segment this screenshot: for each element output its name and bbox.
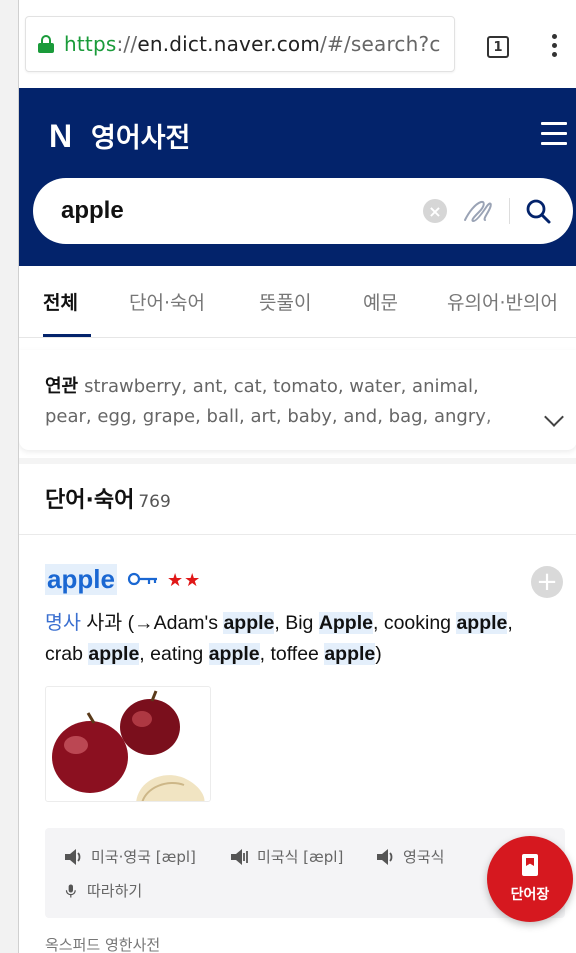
tab-synonyms-antonyms[interactable]: 유의어·반의어 — [447, 288, 558, 315]
tab-switcher-button[interactable]: 1 — [487, 36, 509, 58]
bookmark-icon — [522, 854, 538, 876]
speaker-icon — [65, 848, 81, 865]
related-line-1[interactable]: 연관 strawberry, ant, cat, tomato, water, a… — [45, 372, 535, 398]
address-bar[interactable]: https://en.dict.naver.com/#/search?c — [25, 16, 455, 72]
related-words-panel: 연관 strawberry, ant, cat, tomato, water, a… — [19, 350, 576, 450]
active-tab-indicator — [43, 334, 91, 337]
divider — [19, 534, 576, 535]
search-box: × — [33, 178, 573, 244]
tab-examples[interactable]: 예문 — [363, 288, 398, 315]
divider — [509, 198, 510, 224]
add-to-wordbook-button[interactable]: + — [531, 566, 563, 598]
wordbook-fab-button[interactable]: 단어장 — [487, 836, 573, 922]
related-label: 연관 — [45, 376, 79, 397]
section-gap — [19, 458, 576, 464]
speaker-icon — [377, 848, 393, 865]
key-icon — [127, 572, 157, 586]
entry-meaning: 명사 사과 (→Adam's apple, Big Apple, cooking… — [45, 612, 513, 665]
tab-definitions[interactable]: 뜻풀이 — [259, 288, 311, 315]
site-header: N 영어사전 × — [19, 88, 576, 266]
part-of-speech: 명사 — [45, 612, 81, 634]
pron-us-uk-button[interactable]: 미국·영국 [æpl] — [63, 846, 196, 867]
search-icon[interactable] — [523, 196, 553, 226]
lock-icon — [38, 35, 54, 53]
clear-icon[interactable]: × — [423, 199, 447, 223]
speaker-icon — [231, 848, 248, 865]
entry-headword[interactable]: apple — [45, 564, 117, 595]
handwriting-icon[interactable] — [461, 194, 495, 228]
dictionary-source: 옥스퍼드 영한사전 — [45, 936, 161, 953]
search-input[interactable] — [61, 194, 401, 228]
page-title[interactable]: 영어사전 — [91, 116, 190, 155]
microphone-icon — [65, 883, 76, 898]
pron-us-button[interactable]: 미국식 [æpl] — [229, 846, 343, 867]
browser-toolbar: https://en.dict.naver.com/#/search?c 1 — [19, 0, 576, 88]
result-tabs: 전체 단어·숙어 뜻풀이 예문 유의어·반의어 — [19, 266, 576, 338]
result-count: 769 — [138, 492, 171, 512]
importance-stars: ★★ — [167, 570, 202, 591]
url-text: https://en.dict.naver.com/#/search?c — [64, 32, 441, 56]
wordbook-label: 단어장 — [510, 887, 550, 903]
related-line-2[interactable]: pear, egg, grape, ball, art, baby, and, … — [45, 406, 535, 427]
tab-words-idioms[interactable]: 단어·숙어 — [129, 288, 205, 315]
more-menu-icon[interactable] — [549, 34, 559, 60]
pron-uk-button[interactable]: 영국식 — [375, 846, 444, 867]
chevron-down-icon[interactable] — [544, 407, 564, 427]
fade-overlay — [479, 402, 539, 432]
naver-logo[interactable]: N — [49, 118, 72, 155]
apple-image[interactable] — [45, 686, 211, 802]
phone-screen: https://en.dict.naver.com/#/search?c 1 N… — [18, 0, 576, 953]
repeat-after-button[interactable]: 따라하기 — [65, 880, 142, 901]
apple-illustration — [52, 690, 205, 801]
tab-all[interactable]: 전체 — [43, 288, 78, 315]
menu-icon[interactable] — [541, 122, 567, 145]
section-heading[interactable]: 단어·숙어 769 — [45, 482, 171, 514]
